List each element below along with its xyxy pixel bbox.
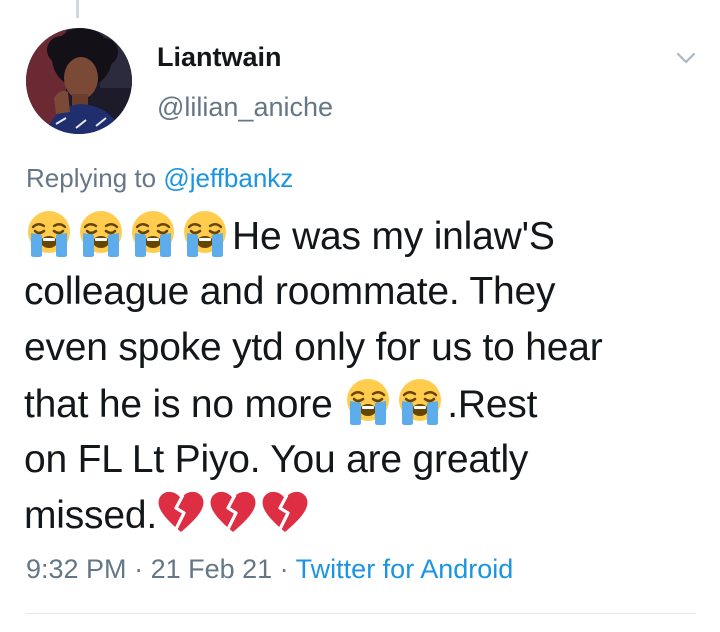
meta-separator: · xyxy=(126,554,151,584)
tweet-source-link[interactable]: Twitter for Android xyxy=(296,554,514,584)
tweet-text-segment: .Rest xyxy=(447,383,538,426)
broken-heart-icon xyxy=(261,489,309,535)
broken-heart-icon xyxy=(157,489,205,535)
reply-mention-link[interactable]: @jeffbankz xyxy=(163,163,293,193)
loudly-crying-face-icon xyxy=(343,376,393,426)
thread-connector-line xyxy=(76,0,79,18)
tweet-line: colleague and roommate. They xyxy=(24,264,704,320)
tweet-time[interactable]: 9:32 PM xyxy=(26,554,127,584)
loudly-crying-face-icon xyxy=(395,376,445,426)
display-name[interactable]: Liantwain xyxy=(157,42,282,73)
tweet-text-segment: colleague and roommate. They xyxy=(24,270,556,313)
tweet-text: He was my inlaw'S colleague and roommate… xyxy=(24,208,704,544)
meta-separator: · xyxy=(272,554,296,584)
tweet-text-segment: that he is no more xyxy=(24,383,344,426)
tweet-line: that he is no more .Rest xyxy=(24,376,704,432)
loudly-crying-face-icon xyxy=(128,208,178,258)
tweet-line: on FL Lt Piyo. You are greatly xyxy=(24,432,704,488)
broken-heart-icon xyxy=(209,489,257,535)
tweet-text-segment: missed. xyxy=(24,494,157,537)
tweet-text-segment: even spoke ytd only for us to hear xyxy=(24,326,603,369)
loudly-crying-face-icon xyxy=(180,208,230,258)
loudly-crying-face-icon xyxy=(76,208,126,258)
loudly-crying-face-icon xyxy=(24,208,74,258)
user-handle[interactable]: @lilian_aniche xyxy=(157,92,333,123)
divider xyxy=(26,613,696,614)
replying-to-label: Replying to xyxy=(26,163,164,193)
tweet-meta: 9:32 PM · 21 Feb 21 · Twitter for Androi… xyxy=(26,554,513,585)
tweet-line: He was my inlaw'S xyxy=(24,208,704,264)
tweet-text-segment: on FL Lt Piyo. You are greatly xyxy=(24,438,529,481)
replying-to: Replying to @jeffbankz xyxy=(26,163,293,194)
tweet-text-segment: He was my inlaw'S xyxy=(232,215,555,258)
avatar[interactable] xyxy=(26,28,132,134)
tweet-line: missed. xyxy=(24,488,704,544)
tweet-date[interactable]: 21 Feb 21 xyxy=(151,554,273,584)
chevron-down-icon[interactable] xyxy=(672,48,700,68)
tweet-line: even spoke ytd only for us to hear xyxy=(24,320,704,376)
tweet-card: Liantwain @lilian_aniche Replying to @je… xyxy=(0,0,720,632)
